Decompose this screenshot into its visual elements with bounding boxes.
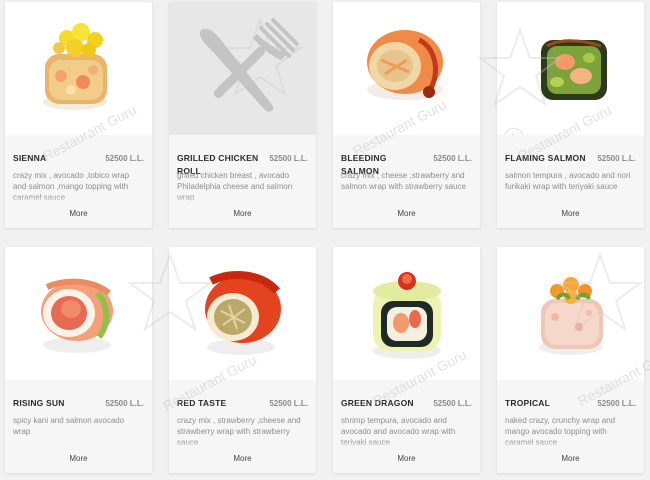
item-price: 52500 L.L. xyxy=(597,154,636,163)
sushi-roll-image xyxy=(333,2,480,135)
more-link[interactable]: More xyxy=(169,454,316,463)
menu-item-card[interactable]: GREEN DRAGON 52500 L.L. shrimp tempura, … xyxy=(333,247,480,473)
card-body: GRILLED CHICKEN ROLL 52500 L.L. grilled … xyxy=(169,135,316,228)
item-name: FLAMING SALMON xyxy=(505,153,586,163)
card-body: TROPICAL 52500 L.L. naked crazy, crunchy… xyxy=(497,380,644,473)
item-price: 52500 L.L. xyxy=(433,154,472,163)
card-body: RISING SUN 52500 L.L. spicy kani and sal… xyxy=(5,380,152,473)
more-link[interactable]: More xyxy=(497,454,644,463)
item-description: spicy kani and salmon avocado wrap xyxy=(13,415,139,448)
menu-item-card[interactable]: RISING SUN 52500 L.L. spicy kani and sal… xyxy=(5,247,152,473)
sushi-roll-image xyxy=(333,247,480,380)
more-link[interactable]: More xyxy=(5,209,152,218)
item-price: 52500 L.L. xyxy=(269,399,308,408)
sushi-roll-image xyxy=(497,2,644,135)
item-name: SIENNA xyxy=(13,153,47,163)
item-name: GREEN DRAGON xyxy=(341,398,414,408)
item-description: crazy mix , strawberry ,cheese and straw… xyxy=(177,415,303,448)
item-description: shrimp tempura, avocado and avocado and … xyxy=(341,415,467,448)
item-name: RED TASTE xyxy=(177,398,227,408)
menu-item-card[interactable]: BLEEDING SALMON 52500 L.L. crazy mix , c… xyxy=(333,2,480,228)
menu-item-card[interactable]: RED TASTE 52500 L.L. crazy mix , strawbe… xyxy=(169,247,316,473)
item-price: 52500 L.L. xyxy=(105,399,144,408)
item-description: salmon tempura , avocado and nori furika… xyxy=(505,170,631,203)
item-price: 52500 L.L. xyxy=(105,154,144,163)
menu-item-card[interactable]: GRILLED CHICKEN ROLL 52500 L.L. grilled … xyxy=(169,2,316,228)
item-price: 52500 L.L. xyxy=(597,399,636,408)
item-price: 52500 L.L. xyxy=(269,154,308,163)
sushi-roll-image xyxy=(169,247,316,380)
sushi-roll-image xyxy=(5,2,152,135)
sushi-roll-image xyxy=(5,247,152,380)
item-description: crazy mix , avocado ,tobico wrap and sal… xyxy=(13,170,139,203)
card-body: BLEEDING SALMON 52500 L.L. crazy mix , c… xyxy=(333,135,480,228)
card-body: GREEN DRAGON 52500 L.L. shrimp tempura, … xyxy=(333,380,480,473)
more-link[interactable]: More xyxy=(497,209,644,218)
menu-grid: SIENNA 52500 L.L. crazy mix , avocado ,t… xyxy=(5,2,644,473)
more-link[interactable]: More xyxy=(169,209,316,218)
item-name: RISING SUN xyxy=(13,398,65,408)
more-link[interactable]: More xyxy=(5,454,152,463)
card-body: SIENNA 52500 L.L. crazy mix , avocado ,t… xyxy=(5,135,152,228)
menu-item-card[interactable]: SIENNA 52500 L.L. crazy mix , avocado ,t… xyxy=(5,2,152,228)
menu-item-card[interactable]: TROPICAL 52500 L.L. naked crazy, crunchy… xyxy=(497,247,644,473)
item-description: naked crazy, crunchy wrap and mango avoc… xyxy=(505,415,631,448)
item-name: TROPICAL xyxy=(505,398,551,408)
item-price: 52500 L.L. xyxy=(433,399,472,408)
card-body: FLAMING SALMON 52500 L.L. salmon tempura… xyxy=(497,135,644,228)
card-body: RED TASTE 52500 L.L. crazy mix , strawbe… xyxy=(169,380,316,473)
item-description: grilled chicken breast , avocado Philade… xyxy=(177,170,303,203)
menu-item-card[interactable]: ✎ FLAMING SALMON 52500 L.L. salmon tempu… xyxy=(497,2,644,228)
more-link[interactable]: More xyxy=(333,454,480,463)
fork-knife-placeholder-icon xyxy=(169,2,316,135)
more-link[interactable]: More xyxy=(333,209,480,218)
item-description: crazy mix , cheese ,strawberry and salmo… xyxy=(341,170,467,203)
sushi-roll-image xyxy=(497,247,644,380)
